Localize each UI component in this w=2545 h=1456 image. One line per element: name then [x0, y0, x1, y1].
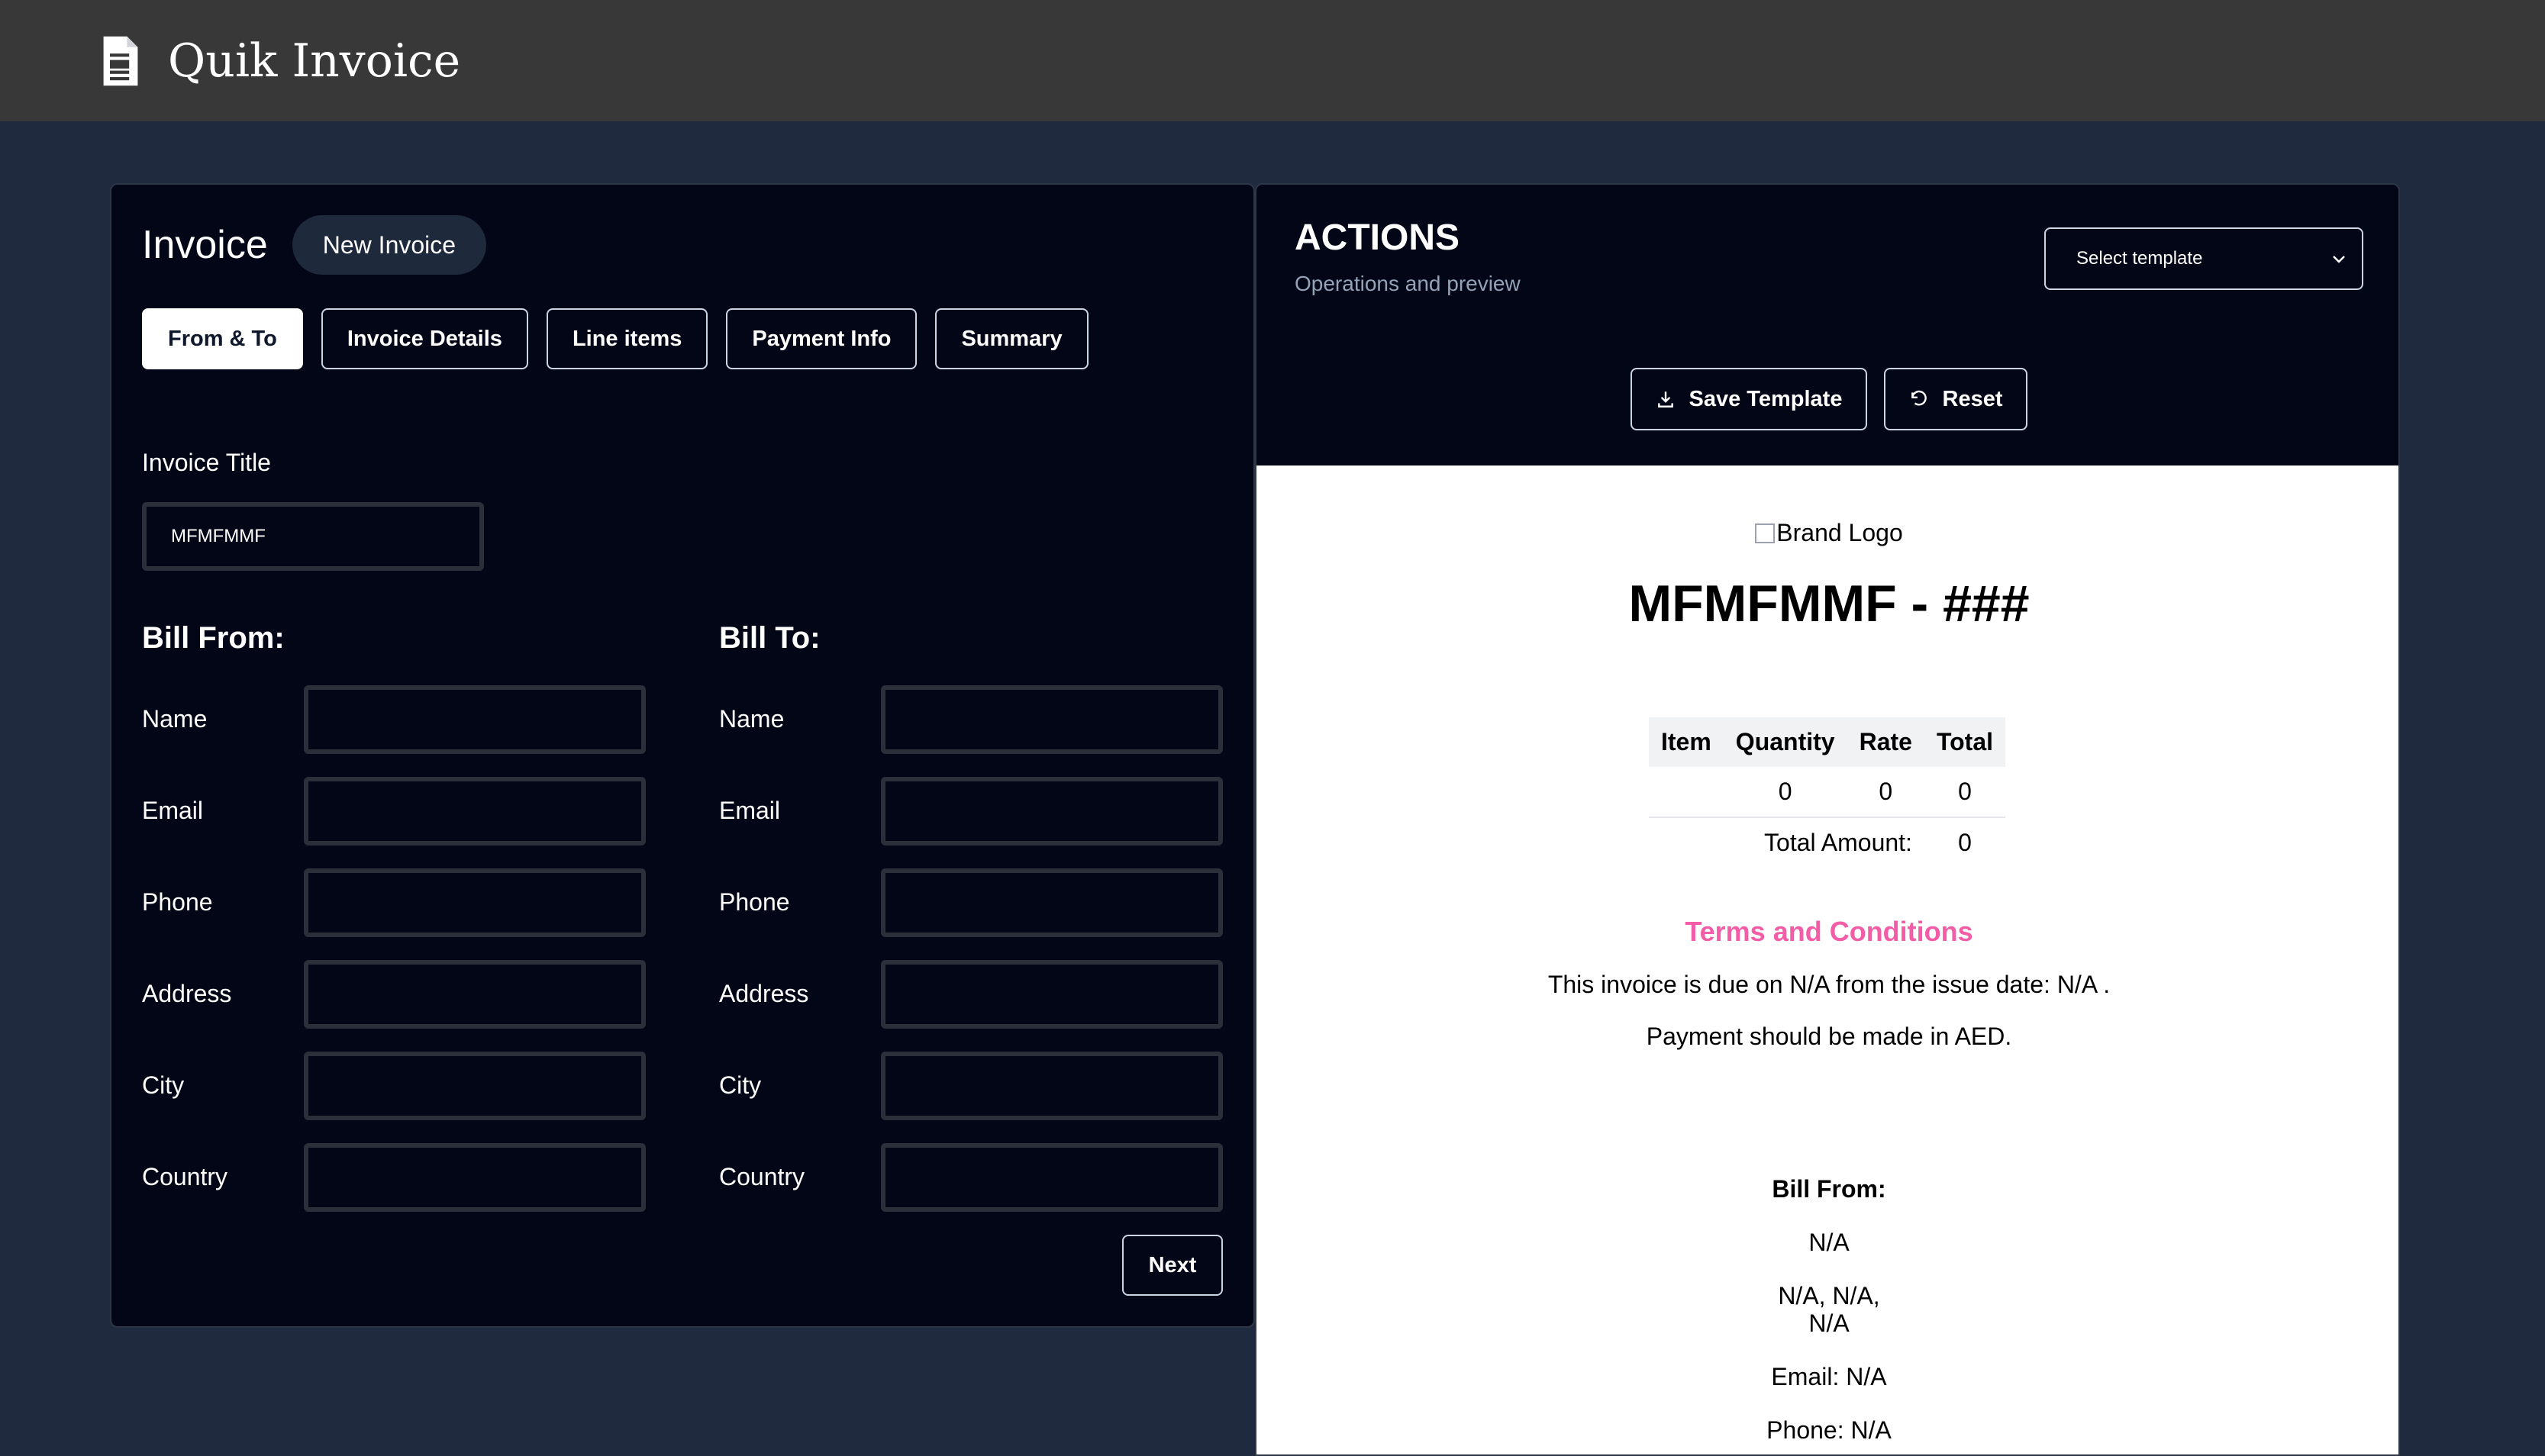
broken-image-icon: [1755, 523, 1776, 543]
brand-logo: Brand Logo: [1256, 519, 2398, 547]
bill-to-name-label: Name: [719, 705, 785, 733]
invoice-form-panel: Invoice New Invoice From & To Invoice De…: [110, 183, 1255, 1328]
bill-to-city-input[interactable]: [881, 1052, 1223, 1120]
app-title: Quik Invoice: [168, 34, 461, 88]
template-select[interactable]: Select template: [2044, 227, 2363, 290]
bill-to-name-input[interactable]: [881, 685, 1223, 754]
tab-summary[interactable]: Summary: [935, 308, 1089, 369]
table-cell: 0: [1723, 767, 1847, 818]
invoice-preview: Brand Logo MFMFMMF - ### Item Quantity R…: [1256, 465, 2398, 1454]
table-header: Rate: [1847, 717, 1924, 767]
bill-from-city-input[interactable]: [304, 1052, 646, 1120]
brand-logo-alt: Brand Logo: [1776, 519, 1903, 546]
tab-invoice-details[interactable]: Invoice Details: [321, 308, 528, 369]
save-template-label: Save Template: [1689, 386, 1843, 411]
new-invoice-button[interactable]: New Invoice: [292, 215, 487, 275]
table-cell: 0: [1847, 767, 1924, 818]
bill-from-heading: Bill From:: [142, 621, 285, 655]
preview-bill-from-phone: Phone: N/A: [1766, 1416, 1892, 1444]
total-amount-label: Total Amount:: [1764, 829, 1912, 856]
terms-payment-text: Payment should be made in AED.: [1646, 1023, 2012, 1050]
undo-icon: [1911, 390, 1927, 406]
bill-from-country-input[interactable]: [304, 1143, 646, 1212]
bill-to-email-input[interactable]: [881, 777, 1223, 846]
bill-to-country-label: Country: [719, 1163, 805, 1190]
preview-bill-from-address-line2: N/A: [1808, 1309, 1850, 1337]
table-cell: [1649, 767, 1724, 818]
actions-panel: ACTIONS Operations and preview Select te…: [1255, 183, 2400, 1456]
preview-bill-from-name: N/A: [1808, 1229, 1850, 1256]
chevron-down-icon: [2333, 256, 2345, 263]
form-tabs: From & To Invoice Details Line items Pay…: [142, 308, 1089, 369]
bill-from-phone-label: Phone: [142, 888, 213, 916]
preview-bill-from-address-line1: N/A, N/A,: [1778, 1282, 1880, 1309]
total-amount-value: 0: [1958, 829, 1972, 856]
actions-subtitle: Operations and preview: [1295, 272, 1521, 295]
bill-to-address-input[interactable]: [881, 960, 1223, 1029]
reset-label: Reset: [1942, 386, 2003, 411]
table-header: Total: [1924, 717, 2005, 767]
preview-bill-from-email: Email: N/A: [1771, 1363, 1887, 1390]
bill-from-address-input[interactable]: [304, 960, 646, 1029]
bill-from-phone-input[interactable]: [304, 868, 646, 937]
bill-from-email-label: Email: [142, 797, 204, 824]
tab-from-to[interactable]: From & To: [142, 308, 303, 369]
tab-payment-info[interactable]: Payment Info: [726, 308, 918, 369]
reset-button[interactable]: Reset: [1884, 368, 2027, 430]
bill-to-city-label: City: [719, 1071, 762, 1099]
terms-title: Terms and Conditions: [1685, 916, 1973, 947]
table-header: Item: [1649, 717, 1724, 767]
preview-bill-from-heading: Bill From:: [1772, 1175, 1886, 1203]
save-template-button[interactable]: Save Template: [1631, 368, 1867, 430]
bill-to-heading: Bill To:: [719, 621, 821, 655]
invoice-title-input[interactable]: MFMFMMF: [142, 502, 484, 571]
table-header: Quantity: [1723, 717, 1847, 767]
form-title: Invoice: [142, 223, 268, 267]
bill-from-email-input[interactable]: [304, 777, 646, 846]
bill-to-email-label: Email: [719, 797, 781, 824]
table-row: 0 0 0: [1649, 767, 2005, 818]
template-select-value: Select template: [2076, 248, 2203, 269]
terms-due-text: This invoice is due on N/A from the issu…: [1547, 971, 2111, 998]
bill-from-address-label: Address: [142, 980, 232, 1007]
document-icon: [103, 36, 138, 85]
table-cell: 0: [1924, 767, 2005, 818]
tab-line-items[interactable]: Line items: [546, 308, 708, 369]
download-icon: [1657, 391, 1673, 407]
invoice-title-label: Invoice Title: [142, 449, 271, 476]
bill-to-phone-label: Phone: [719, 888, 790, 916]
bill-from-country-label: Country: [142, 1163, 228, 1190]
preview-invoice-heading: MFMFMMF - ###: [1628, 575, 2030, 633]
line-items-table: Item Quantity Rate Total 0 0 0 Total Amo…: [1649, 717, 2005, 868]
next-button[interactable]: Next: [1122, 1235, 1223, 1296]
actions-title: ACTIONS: [1295, 217, 1460, 258]
bill-to-address-label: Address: [719, 980, 809, 1007]
bill-from-name-input[interactable]: [304, 685, 646, 754]
app-header: Quik Invoice: [0, 0, 2545, 121]
bill-to-phone-input[interactable]: [881, 868, 1223, 937]
bill-from-city-label: City: [142, 1071, 185, 1099]
bill-to-country-input[interactable]: [881, 1143, 1223, 1212]
bill-from-name-label: Name: [142, 705, 208, 733]
